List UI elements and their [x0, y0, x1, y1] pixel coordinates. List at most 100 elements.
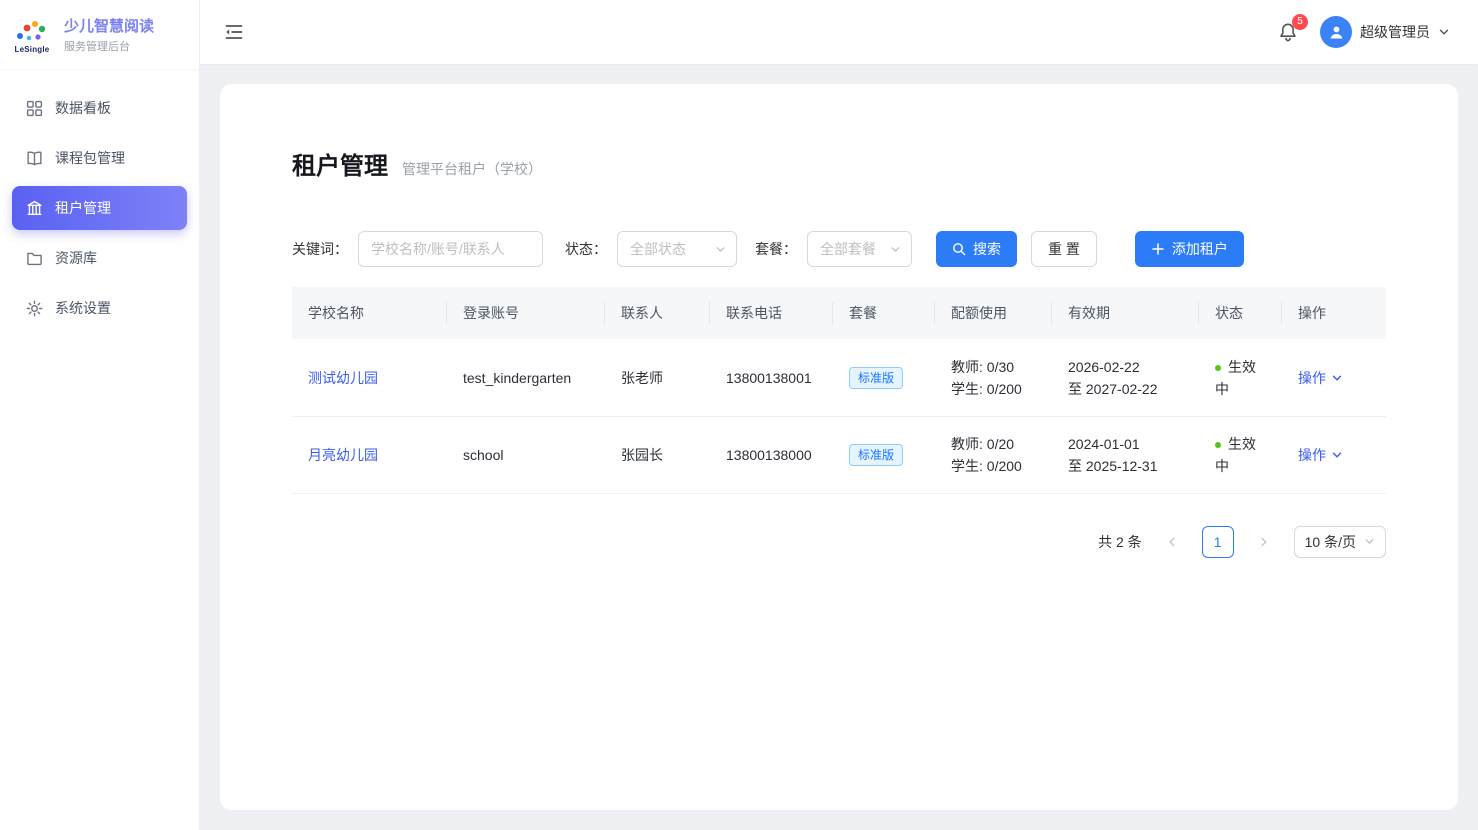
- row-action-label: 操作: [1298, 445, 1326, 465]
- cell-status: 生效中: [1199, 339, 1282, 416]
- sidebar-item-label: 租户管理: [55, 198, 111, 218]
- quota-teacher: 教师: 0/30: [951, 356, 1036, 378]
- cell-plan: 标准版: [833, 416, 935, 493]
- plan-select[interactable]: 全部套餐: [807, 231, 912, 267]
- page-number-button[interactable]: 1: [1202, 526, 1234, 558]
- status-select[interactable]: 全部状态: [617, 231, 737, 267]
- sidebar-item-label: 系统设置: [55, 298, 111, 318]
- logo-wordmark: LeSingle: [15, 45, 50, 54]
- sidebar: LeSingle 少儿智慧阅读 服务管理后台 数据看板 课程包管理: [0, 0, 200, 830]
- cell-actions: 操作: [1282, 339, 1386, 416]
- chevron-down-icon: [715, 244, 726, 255]
- page-subtitle: 管理平台租户（学校）: [402, 159, 542, 179]
- valid-to: 至 2025-12-31: [1068, 455, 1183, 477]
- next-page-button[interactable]: [1250, 526, 1278, 558]
- collapse-sidebar-icon[interactable]: [224, 22, 244, 42]
- valid-from: 2024-01-01: [1068, 433, 1183, 455]
- chevron-down-icon: [1364, 536, 1375, 547]
- cell-school-name: 测试幼儿园: [292, 339, 447, 416]
- username: 超级管理员: [1360, 22, 1430, 42]
- add-tenant-button-label: 添加租户: [1172, 239, 1228, 259]
- col-validity: 有效期: [1052, 287, 1199, 339]
- search-icon: [952, 242, 966, 256]
- search-button[interactable]: 搜索: [936, 231, 1017, 267]
- logo-icon: [14, 18, 50, 44]
- cell-phone: 13800138000: [710, 416, 833, 493]
- topbar-right: 5 超级管理员: [1278, 16, 1450, 48]
- search-button-label: 搜索: [973, 239, 1001, 259]
- sidebar-item-tenants[interactable]: 租户管理: [12, 186, 187, 230]
- chevron-down-icon: [1438, 26, 1450, 38]
- cell-status: 生效中: [1199, 416, 1282, 493]
- page-size-value: 10 条/页: [1305, 532, 1356, 552]
- status-badge: 生效中: [1215, 436, 1256, 474]
- valid-to: 至 2027-02-22: [1068, 378, 1183, 400]
- chevron-down-icon: [1331, 372, 1343, 384]
- row-action-link[interactable]: 操作: [1298, 368, 1343, 388]
- app-logo: LeSingle: [10, 18, 54, 54]
- user-menu[interactable]: 超级管理员: [1320, 16, 1450, 48]
- brand-subtitle: 服务管理后台: [64, 38, 154, 54]
- sidebar-menu: 数据看板 课程包管理 租户管理 资源库: [0, 70, 199, 330]
- col-plan: 套餐: [833, 287, 935, 339]
- col-quota: 配额使用: [935, 287, 1052, 339]
- col-actions: 操作: [1282, 287, 1386, 339]
- sidebar-item-settings[interactable]: 系统设置: [12, 286, 187, 330]
- keyword-label: 关键词：: [292, 239, 348, 259]
- chevron-left-icon: [1166, 536, 1178, 548]
- cell-validity: 2026-02-22 至 2027-02-22: [1052, 339, 1199, 416]
- cell-contact: 张老师: [605, 339, 710, 416]
- dashboard-icon: [26, 100, 43, 117]
- main-area: 5 超级管理员 租户管理 管理平台租户（学校）: [200, 0, 1478, 830]
- cell-validity: 2024-01-01 至 2025-12-31: [1052, 416, 1199, 493]
- content-area: 租户管理 管理平台租户（学校） 关键词： 状态： 全部状态 套餐： 全部套餐: [200, 64, 1478, 830]
- row-action-link[interactable]: 操作: [1298, 445, 1343, 465]
- valid-from: 2026-02-22: [1068, 356, 1183, 378]
- plus-icon: [1151, 242, 1165, 256]
- cell-school-name: 月亮幼儿园: [292, 416, 447, 493]
- prev-page-button[interactable]: [1158, 526, 1186, 558]
- gear-icon: [26, 300, 43, 317]
- plan-label: 套餐：: [755, 239, 797, 259]
- chevron-right-icon: [1258, 536, 1270, 548]
- status-dot: [1215, 442, 1221, 448]
- notification-badge: 5: [1292, 14, 1308, 30]
- sidebar-item-dashboard[interactable]: 数据看板: [12, 86, 187, 130]
- notification-bell[interactable]: 5: [1278, 22, 1298, 42]
- page-head: 租户管理 管理平台租户（学校）: [292, 146, 1386, 181]
- col-phone: 联系电话: [710, 287, 833, 339]
- status-select-value: 全部状态: [630, 239, 686, 259]
- keyword-input[interactable]: [358, 231, 543, 267]
- quota-teacher: 教师: 0/20: [951, 433, 1036, 455]
- cell-contact: 张园长: [605, 416, 710, 493]
- plan-tag: 标准版: [849, 444, 903, 466]
- chevron-down-icon: [890, 244, 901, 255]
- book-icon: [26, 150, 43, 167]
- brand-block: LeSingle 少儿智慧阅读 服务管理后台: [0, 0, 199, 70]
- cell-actions: 操作: [1282, 416, 1386, 493]
- plan-tag: 标准版: [849, 367, 903, 389]
- reset-button-label: 重 置: [1048, 239, 1080, 259]
- pagination: 共 2 条 1 10 条/页: [292, 526, 1386, 558]
- plan-select-value: 全部套餐: [820, 239, 876, 259]
- add-tenant-button[interactable]: 添加租户: [1135, 231, 1244, 267]
- sidebar-item-resources[interactable]: 资源库: [12, 236, 187, 280]
- school-name-link[interactable]: 测试幼儿园: [308, 370, 378, 386]
- cell-quota: 教师: 0/30 学生: 0/200: [935, 339, 1052, 416]
- col-contact: 联系人: [605, 287, 710, 339]
- col-account: 登录账号: [447, 287, 605, 339]
- page-size-select[interactable]: 10 条/页: [1294, 526, 1386, 558]
- table-row: 月亮幼儿园 school 张园长 13800138000 标准版 教师: 0/2…: [292, 416, 1386, 493]
- status-badge: 生效中: [1215, 359, 1256, 397]
- sidebar-item-label: 数据看板: [55, 98, 111, 118]
- avatar: [1320, 16, 1352, 48]
- page-title: 租户管理: [292, 146, 388, 181]
- filter-bar: 关键词： 状态： 全部状态 套餐： 全部套餐 搜索: [292, 231, 1386, 267]
- tenant-management-card: 租户管理 管理平台租户（学校） 关键词： 状态： 全部状态 套餐： 全部套餐: [220, 84, 1458, 810]
- sidebar-item-course-packages[interactable]: 课程包管理: [12, 136, 187, 180]
- chevron-down-icon: [1331, 449, 1343, 461]
- table-header: 学校名称 登录账号 联系人 联系电话 套餐 配额使用 有效期 状态 操作: [292, 287, 1386, 339]
- reset-button[interactable]: 重 置: [1031, 231, 1097, 267]
- sidebar-item-label: 课程包管理: [55, 148, 125, 168]
- school-name-link[interactable]: 月亮幼儿园: [308, 447, 378, 463]
